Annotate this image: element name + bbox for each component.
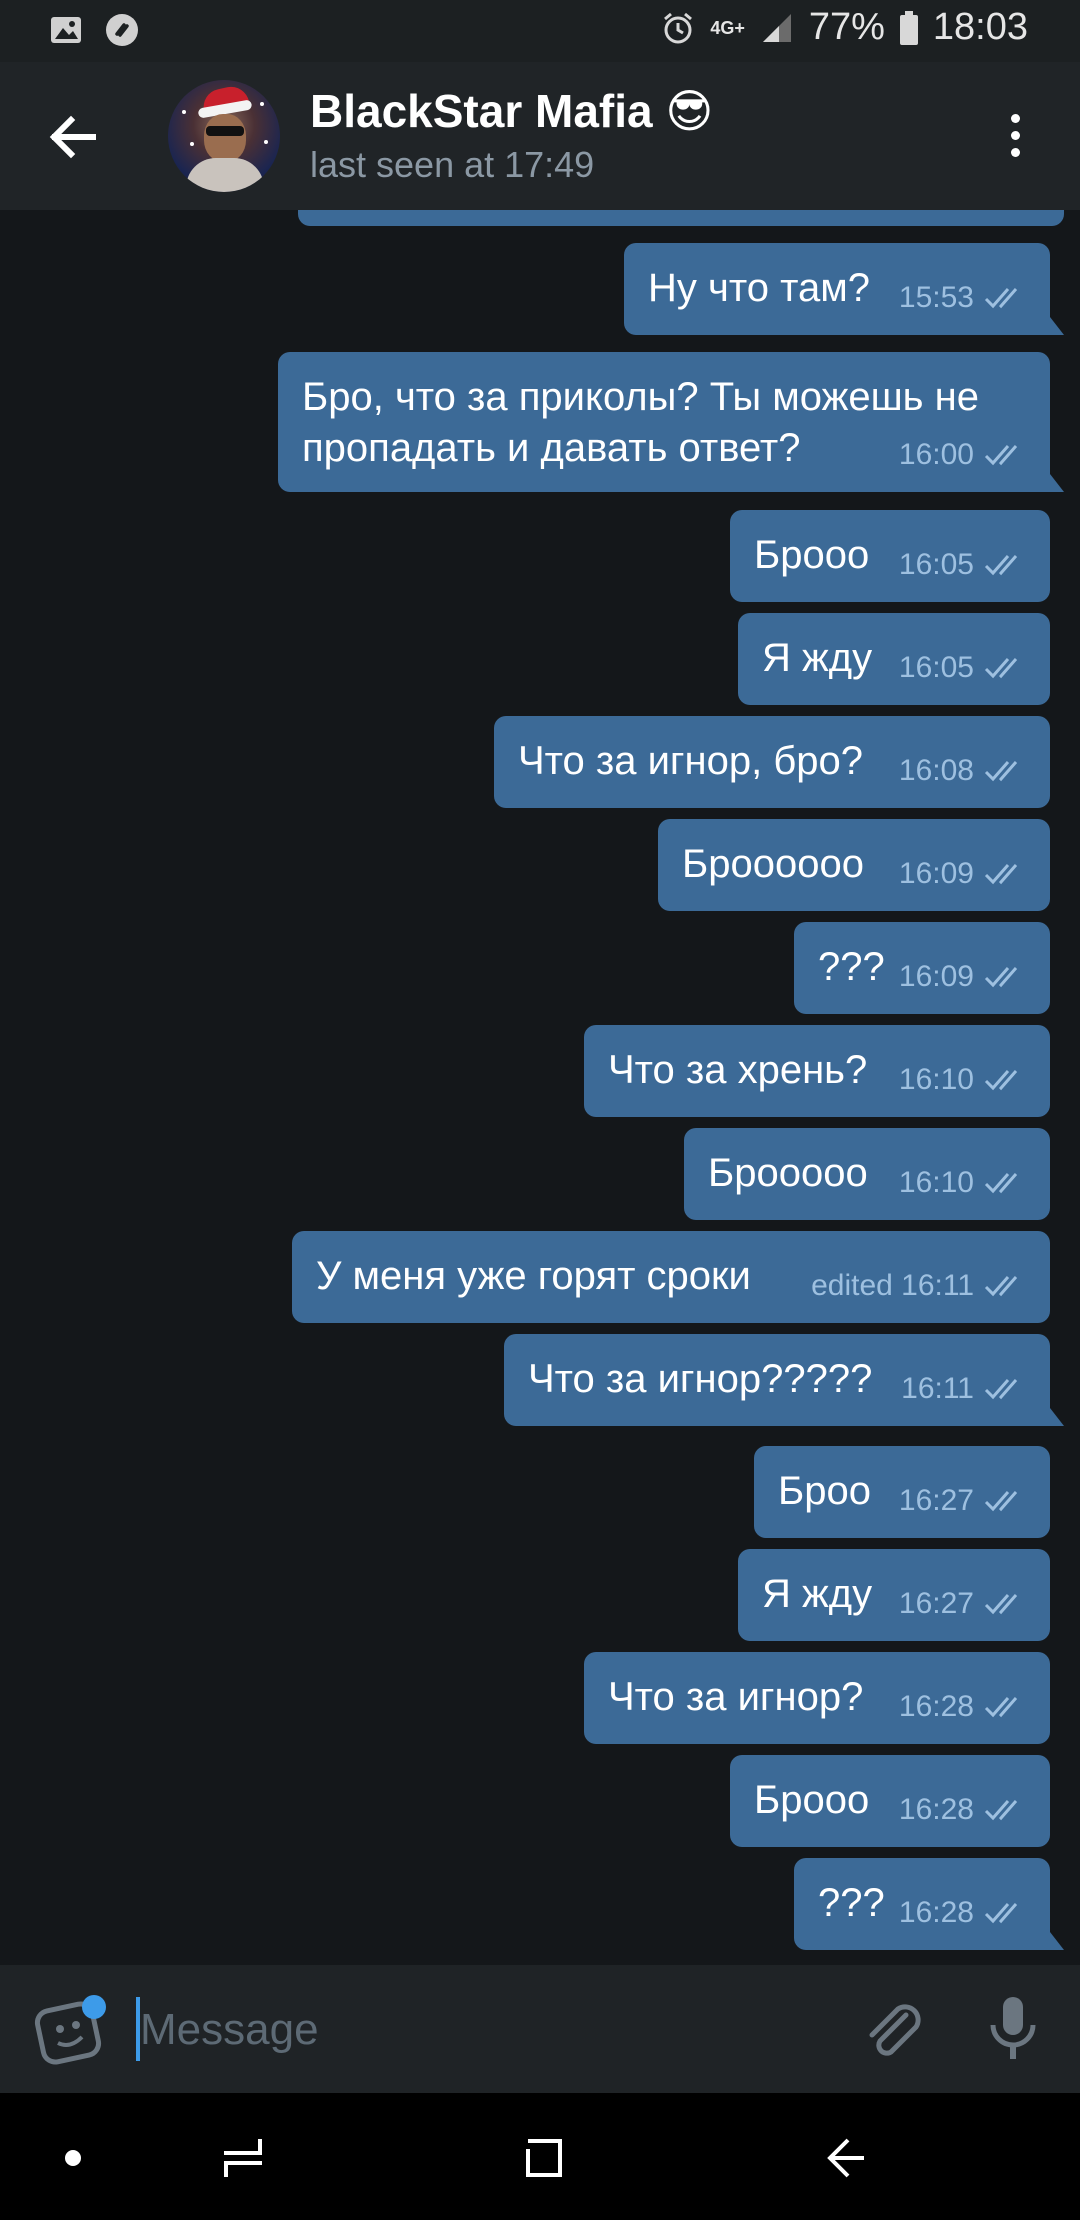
message-bubble[interactable]: Брооооо 16:10 [684, 1128, 1050, 1220]
system-navigation-bar [0, 2093, 1080, 2220]
double-check-icon [984, 554, 1018, 575]
paperclip-icon[interactable] [858, 1995, 928, 2065]
notification-dot [82, 1995, 106, 2019]
battery-icon [899, 10, 918, 45]
message-time: edited 16:11 [811, 1269, 974, 1302]
message-bubble[interactable]: Бpooo 16:05 [730, 510, 1050, 602]
message-input[interactable] [136, 1987, 842, 2073]
message-time: 16:05 [898, 651, 974, 684]
double-check-icon [984, 863, 1018, 884]
back-nav-icon [827, 2138, 864, 2178]
message-list[interactable]: Ну что там? 15:53 Бро, что за приколы? Т… [0, 210, 1080, 1965]
double-check-icon [984, 1696, 1018, 1717]
status-right-icons: 4G+ 77% 18:03 [660, 6, 1028, 49]
message-bubble[interactable]: Ну что там? 15:53 [624, 243, 1064, 335]
message-time: 16:28 [898, 1793, 974, 1826]
message-bubble-partial[interactable] [298, 210, 1064, 226]
message-bubble[interactable]: Что за игнор, бро? 16:08 [494, 716, 1050, 808]
recents-icon [224, 2139, 262, 2177]
shazam-notification-icon [106, 14, 138, 46]
clock: 18:03 [932, 6, 1028, 48]
double-check-icon [984, 287, 1018, 308]
avatar[interactable] [168, 80, 280, 192]
message-time: 16:09 [898, 857, 974, 890]
message-bubble[interactable]: Что за игнор????? 16:11 [504, 1334, 1064, 1426]
message-time: 16:27 [898, 1587, 974, 1620]
message-bubble[interactable]: У меня уже горят сроки edited 16:11 [292, 1231, 1050, 1323]
message-time: 16:05 [898, 548, 974, 581]
back-nav-button[interactable] [812, 2123, 882, 2193]
message-bubble[interactable]: Что за хрень? 16:10 [584, 1025, 1050, 1117]
network-type-label: 4G+ [710, 17, 745, 38]
double-check-icon [984, 444, 1018, 465]
message-time: 16:00 [898, 438, 974, 471]
double-check-icon [984, 1902, 1018, 1923]
double-check-icon [984, 1799, 1018, 1820]
alarm-icon [664, 12, 693, 43]
signal-icon [762, 13, 791, 42]
double-check-icon [984, 657, 1018, 678]
nav-dot-button[interactable] [38, 2123, 108, 2193]
message-time: 15:53 [898, 281, 974, 314]
message-time: 16:27 [898, 1484, 974, 1517]
double-check-icon [984, 1069, 1018, 1090]
double-check-icon [984, 760, 1018, 781]
message-bubble[interactable]: ??? 16:09 [794, 922, 1050, 1014]
message-bubble[interactable]: ??? 16:28 [794, 1858, 1064, 1950]
message-time: 16:10 [898, 1063, 974, 1096]
double-check-icon [984, 1275, 1018, 1296]
message-time: 16:28 [898, 1690, 974, 1723]
gallery-notification-icon [51, 17, 81, 43]
message-bubble[interactable]: Броо 16:27 [754, 1446, 1050, 1538]
back-button[interactable] [38, 102, 108, 172]
message-time: 16:11 [901, 1372, 974, 1405]
status-left-icons [48, 12, 140, 48]
home-square-icon [526, 2139, 562, 2177]
chat-header: BlackStar Mafia 😎 last seen at 17:49 [0, 62, 1080, 210]
double-check-icon [984, 1378, 1018, 1399]
message-time: 16:08 [898, 754, 974, 787]
message-composer [0, 1965, 1080, 2093]
message-bubble[interactable]: Что за игнор? 16:28 [584, 1652, 1050, 1744]
chat-title[interactable]: BlackStar Mafia 😎 [310, 84, 713, 138]
home-button[interactable] [508, 2123, 578, 2193]
double-check-icon [984, 1172, 1018, 1193]
message-time: 16:09 [898, 960, 974, 993]
status-bar: 4G+ 77% 18:03 [0, 0, 1080, 62]
message-time: 16:28 [898, 1896, 974, 1929]
more-options-button[interactable] [990, 100, 1040, 170]
more-vert-icon [1010, 113, 1020, 123]
battery-percent: 77% [808, 6, 885, 48]
double-check-icon [984, 1593, 1018, 1614]
message-bubble[interactable]: Я жду 16:05 [738, 613, 1050, 705]
telegram-chat-screen: 4G+ 77% 18:03 BlackStar Mafia 😎 last see… [0, 0, 1080, 2220]
message-bubble[interactable]: Бpooo 16:28 [730, 1755, 1050, 1847]
microphone-icon[interactable] [978, 1993, 1048, 2065]
arrow-back-icon [49, 115, 96, 159]
message-bubble[interactable]: Я жду 16:27 [738, 1549, 1050, 1641]
double-check-icon [984, 966, 1018, 987]
message-bubble[interactable]: Бро, что за приколы? Ты можешь не пропад… [278, 352, 1064, 492]
double-check-icon [984, 1490, 1018, 1511]
last-seen-status: last seen at 17:49 [310, 144, 595, 185]
dot-icon [65, 2150, 81, 2166]
message-time: 16:10 [898, 1166, 974, 1199]
recent-apps-button[interactable] [208, 2123, 278, 2193]
message-bubble[interactable]: Броооооо 16:09 [658, 819, 1050, 911]
